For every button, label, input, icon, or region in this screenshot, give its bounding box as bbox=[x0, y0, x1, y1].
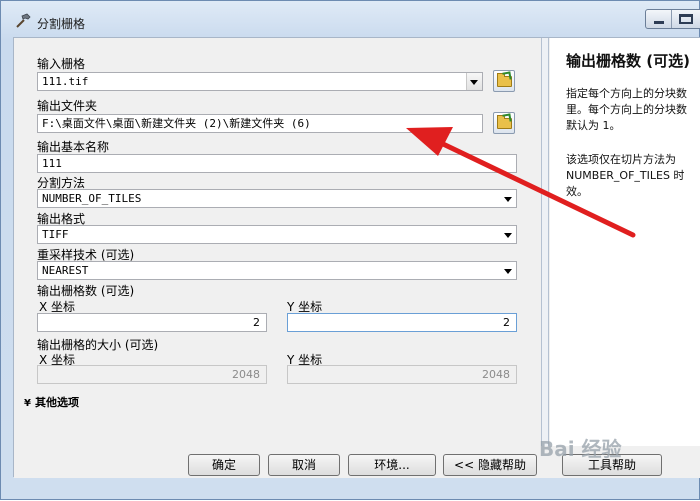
help-paragraph-1: 指定每个方向上的分块数 里。每个方向上的分块数 默认为 1。 bbox=[566, 87, 687, 132]
num-rasters-y-value: 2 bbox=[503, 316, 510, 329]
base-name-label: 输出基本名称 bbox=[37, 140, 110, 154]
output-folder-value: F:\桌面文件\桌面\新建文件夹 (2)\新建文件夹 (6) bbox=[42, 117, 311, 130]
num-rasters-y-input[interactable]: 2 bbox=[287, 313, 517, 332]
output-folder-input[interactable]: F:\桌面文件\桌面\新建文件夹 (2)\新建文件夹 (6) bbox=[37, 114, 483, 133]
input-raster-label: 输入栅格 bbox=[37, 57, 86, 71]
parameters-panel: 输入栅格 111.tif 输出文件夹 F:\桌面文件\桌面\新建文件夹 (2)\… bbox=[14, 38, 544, 446]
output-format-select[interactable]: TIFF bbox=[37, 225, 517, 244]
other-options-toggle[interactable]: ¥ 其他选项 bbox=[24, 394, 79, 410]
chevron-down-icon bbox=[470, 80, 478, 85]
num-rasters-x-value: 2 bbox=[253, 316, 260, 329]
split-method-select[interactable]: NUMBER_OF_TILES bbox=[37, 189, 517, 208]
resampling-select[interactable]: NEAREST bbox=[37, 261, 517, 280]
input-raster-browse-button[interactable] bbox=[493, 70, 515, 92]
control-divider bbox=[671, 10, 672, 28]
input-raster-value: 111.tif bbox=[42, 75, 89, 88]
hide-help-button[interactable]: << 隐藏帮助 bbox=[443, 454, 537, 476]
split-method-value: NUMBER_OF_TILES bbox=[42, 192, 142, 205]
chevron-down-icon bbox=[504, 269, 512, 274]
resampling-value: NEAREST bbox=[42, 264, 89, 277]
minimize-button[interactable] bbox=[654, 21, 664, 24]
tile-size-y-value: 2048 bbox=[482, 368, 510, 381]
ok-button[interactable]: 确定 bbox=[188, 454, 260, 476]
chevron-down-icon bbox=[504, 197, 512, 202]
other-options-label: 其他选项 bbox=[34, 396, 79, 409]
maximize-button[interactable] bbox=[679, 14, 693, 24]
input-raster-combobox[interactable]: 111.tif bbox=[37, 72, 483, 91]
window-title: 分割栅格 bbox=[37, 17, 86, 31]
help-panel: 输出栅格数 (可选) 指定每个方向上的分块数 里。每个方向上的分块数 默认为 1… bbox=[550, 38, 700, 446]
dialog-body: 输入栅格 111.tif 输出文件夹 F:\桌面文件\桌面\新建文件夹 (2)\… bbox=[13, 37, 700, 478]
watermark: Bai 经验 bbox=[539, 437, 622, 461]
output-folder-browse-button[interactable] bbox=[493, 112, 515, 134]
num-rasters-label: 输出栅格数 (可选) bbox=[37, 284, 135, 298]
tile-size-x-input: 2048 bbox=[37, 365, 267, 384]
open-arrow-icon bbox=[502, 113, 512, 123]
environments-button[interactable]: 环境... bbox=[348, 454, 436, 476]
window-controls bbox=[645, 9, 700, 29]
base-name-input[interactable]: 111 bbox=[37, 154, 517, 173]
tile-size-y-input: 2048 bbox=[287, 365, 517, 384]
title-bar[interactable]: 分割栅格 bbox=[1, 1, 700, 37]
open-arrow-icon bbox=[502, 71, 512, 81]
input-raster-dropdown-button[interactable] bbox=[466, 73, 482, 90]
output-folder-label: 输出文件夹 bbox=[37, 99, 98, 113]
num-rasters-x-input[interactable]: 2 bbox=[37, 313, 267, 332]
cancel-button[interactable]: 取消 bbox=[268, 454, 340, 476]
output-format-value: TIFF bbox=[42, 228, 69, 241]
base-name-value: 111 bbox=[42, 157, 62, 170]
chevron-down-icon bbox=[504, 233, 512, 238]
help-paragraph-2: 该选项仅在切片方法为 NUMBER_OF_TILES 时 效。 bbox=[566, 153, 685, 198]
double-chevron-down-icon: ¥ bbox=[24, 398, 31, 409]
dialog-window: 分割栅格 输入栅格 111.tif 输出文件夹 F:\桌面文件\桌面\新建文件夹… bbox=[0, 0, 700, 500]
panel-splitter[interactable] bbox=[541, 38, 549, 446]
tile-size-x-value: 2048 bbox=[232, 368, 260, 381]
hammer-icon bbox=[16, 13, 31, 28]
help-title: 输出栅格数 (可选) bbox=[566, 52, 690, 70]
